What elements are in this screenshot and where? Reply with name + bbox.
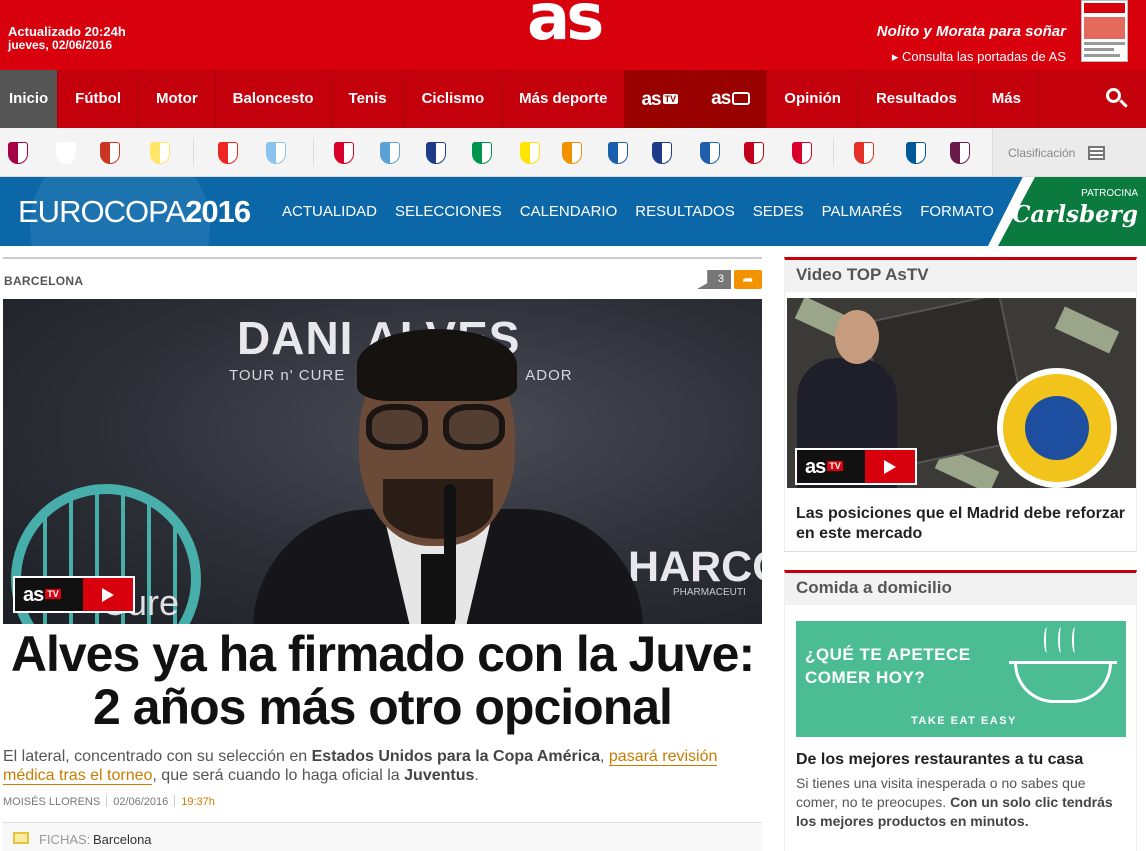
eurocopa-bar: EUROCOPA2016 ACTUALIDAD SELECCIONES CALE…: [0, 177, 1146, 246]
carlsberg-logo: Carlsberg: [1012, 201, 1138, 228]
real-madrid-crest: [997, 368, 1117, 488]
espanyol-crest[interactable]: [608, 142, 628, 164]
bowl-icon: [1014, 663, 1112, 703]
clasificacion-link[interactable]: Clasificación: [992, 128, 1146, 176]
fichas-label: FICHAS:: [39, 832, 91, 847]
food-text: Si tienes una visita inesperada o no sab…: [796, 775, 1113, 829]
real-sociedad-crest[interactable]: [426, 142, 446, 164]
food-headline[interactable]: De los mejores restaurantes a tu casa: [796, 751, 1083, 769]
photo-text: HARCO: [628, 543, 762, 591]
nav-item-baloncesto[interactable]: Baloncesto: [216, 70, 332, 128]
betis-crest[interactable]: [472, 142, 492, 164]
atletico-crest[interactable]: [100, 142, 120, 164]
promo-link[interactable]: Nolito y Morata para soñar: [877, 23, 1066, 40]
astv-play-button[interactable]: as TV: [13, 576, 135, 613]
comments-count[interactable]: 3: [697, 270, 731, 289]
newspaper-cover-thumbnail[interactable]: [1081, 0, 1128, 62]
nav-item-motor[interactable]: Motor: [139, 70, 216, 128]
article-photo[interactable]: DANI ALVES TOUR n' CUREADOR Cure HARCO P…: [3, 299, 762, 624]
nav-item-mas[interactable]: Más: [975, 70, 1039, 128]
euro-link-formato[interactable]: FORMATO: [920, 203, 994, 220]
search-icon[interactable]: [1084, 70, 1146, 128]
sponsor-banner[interactable]: PATROCINA Carlsberg: [988, 177, 1146, 246]
barcelona-crest[interactable]: [8, 142, 28, 164]
main-nav: Inicio Fútbol Motor Baloncesto Tenis Cic…: [0, 70, 1146, 128]
nav-item-futbol[interactable]: Fútbol: [58, 70, 139, 128]
villarreal-crest[interactable]: [150, 142, 170, 164]
ad-banner[interactable]: ¿QUÉ TE APETECE COMER HOY? TAKE EAT EASY: [796, 621, 1126, 737]
video-caption[interactable]: Las posiciones que el Madrid debe reforz…: [796, 504, 1126, 544]
valencia-crest[interactable]: [562, 142, 582, 164]
nav-asfoto-label: as: [711, 88, 731, 109]
astv-play-button[interactable]: as TV: [795, 448, 917, 485]
granada-crest[interactable]: [744, 142, 764, 164]
byline: MOISÉS LLORENS 02/06/2016 19:37h: [3, 795, 215, 808]
clasificacion-label: Clasificación: [1008, 146, 1076, 160]
play-icon: [865, 450, 915, 483]
fichas-value[interactable]: Barcelona: [93, 832, 152, 847]
deportivo-crest[interactable]: [700, 142, 720, 164]
as-logo[interactable]: as: [527, 0, 604, 50]
malaga-crest[interactable]: [380, 142, 400, 164]
camera-icon: [732, 92, 751, 105]
current-date: jueves, 02/06/2016: [8, 38, 113, 52]
nav-item-opinion[interactable]: Opinión: [767, 70, 859, 128]
fichas-bar: FICHAS: Barcelona: [3, 822, 762, 851]
euro-link-resultados[interactable]: RESULTADOS: [635, 203, 734, 220]
eibar-crest[interactable]: [652, 142, 672, 164]
portadas-link[interactable]: ▸ Consulta las portadas de AS: [892, 49, 1066, 65]
eurocopa-title[interactable]: EUROCOPA2016: [18, 194, 251, 230]
levante-crest[interactable]: [950, 142, 970, 164]
video-top-box: Video TOP AsTV as TV Las posiciones que e…: [784, 257, 1137, 552]
getafe-crest[interactable]: [906, 142, 926, 164]
updated-time: Actualizado 20:24h: [8, 24, 126, 39]
nav-item-mas-deporte[interactable]: Más deporte: [502, 70, 626, 128]
sporting-crest[interactable]: [792, 142, 812, 164]
share-icon[interactable]: ➦: [734, 270, 762, 289]
nav-astv-label: as: [641, 89, 661, 110]
comida-box-title: Comida a domicilio: [785, 573, 1136, 605]
celta-crest[interactable]: [266, 142, 286, 164]
rayo-crest[interactable]: [854, 142, 874, 164]
las-palmas-crest[interactable]: [520, 142, 540, 164]
article-headline[interactable]: Alves ya ha firmado con la Juve: 2 años …: [3, 628, 762, 734]
nav-item-tenis[interactable]: Tenis: [332, 70, 405, 128]
fichas-icon: [13, 832, 29, 844]
microphone: [444, 484, 456, 624]
euro-link-palmares[interactable]: PALMARÉS: [822, 203, 903, 220]
nav-item-inicio[interactable]: Inicio: [0, 70, 59, 128]
teams-bar: Clasificación: [0, 128, 1146, 177]
section-label[interactable]: BARCELONA: [4, 274, 83, 288]
video-box-title: Video TOP AsTV: [785, 260, 1136, 292]
sponsor-label: PATROCINA: [1081, 188, 1138, 199]
euro-link-actualidad[interactable]: ACTUALIDAD: [282, 203, 377, 220]
comida-box: Comida a domicilio ¿QUÉ TE APETECE COMER…: [784, 570, 1137, 851]
euro-link-sedes[interactable]: SEDES: [753, 203, 804, 220]
euro-link-selecciones[interactable]: SELECCIONES: [395, 203, 502, 220]
athletic-crest[interactable]: [218, 142, 238, 164]
nav-item-asfoto[interactable]: as: [695, 70, 768, 128]
play-icon: [83, 578, 133, 611]
site-header: Actualizado 20:24h jueves, 02/06/2016 as…: [0, 0, 1146, 70]
article-lead: El lateral, concentrado con su selección…: [3, 748, 718, 785]
author-name[interactable]: MOISÉS LLORENS: [3, 796, 100, 808]
tv-badge: TV: [662, 94, 679, 104]
photo-text: PHARMACEUTI: [673, 587, 746, 598]
ad-brand: TAKE EAT EASY: [911, 715, 1017, 727]
article-header: BARCELONA 3 ➦: [3, 257, 762, 289]
nav-item-resultados[interactable]: Resultados: [859, 70, 975, 128]
table-icon: [1088, 146, 1105, 160]
publish-date: 02/06/2016: [113, 796, 169, 808]
nav-item-astv[interactable]: as TV: [625, 70, 696, 128]
real-madrid-crest[interactable]: [56, 142, 76, 164]
euro-link-calendario[interactable]: CALENDARIO: [520, 203, 618, 220]
video-thumbnail[interactable]: as TV: [787, 298, 1136, 488]
sevilla-crest[interactable]: [334, 142, 354, 164]
ad-text: ¿QUÉ TE APETECE COMER HOY?: [805, 645, 971, 687]
nav-item-ciclismo[interactable]: Ciclismo: [405, 70, 503, 128]
publish-time: 19:37h: [181, 796, 215, 808]
